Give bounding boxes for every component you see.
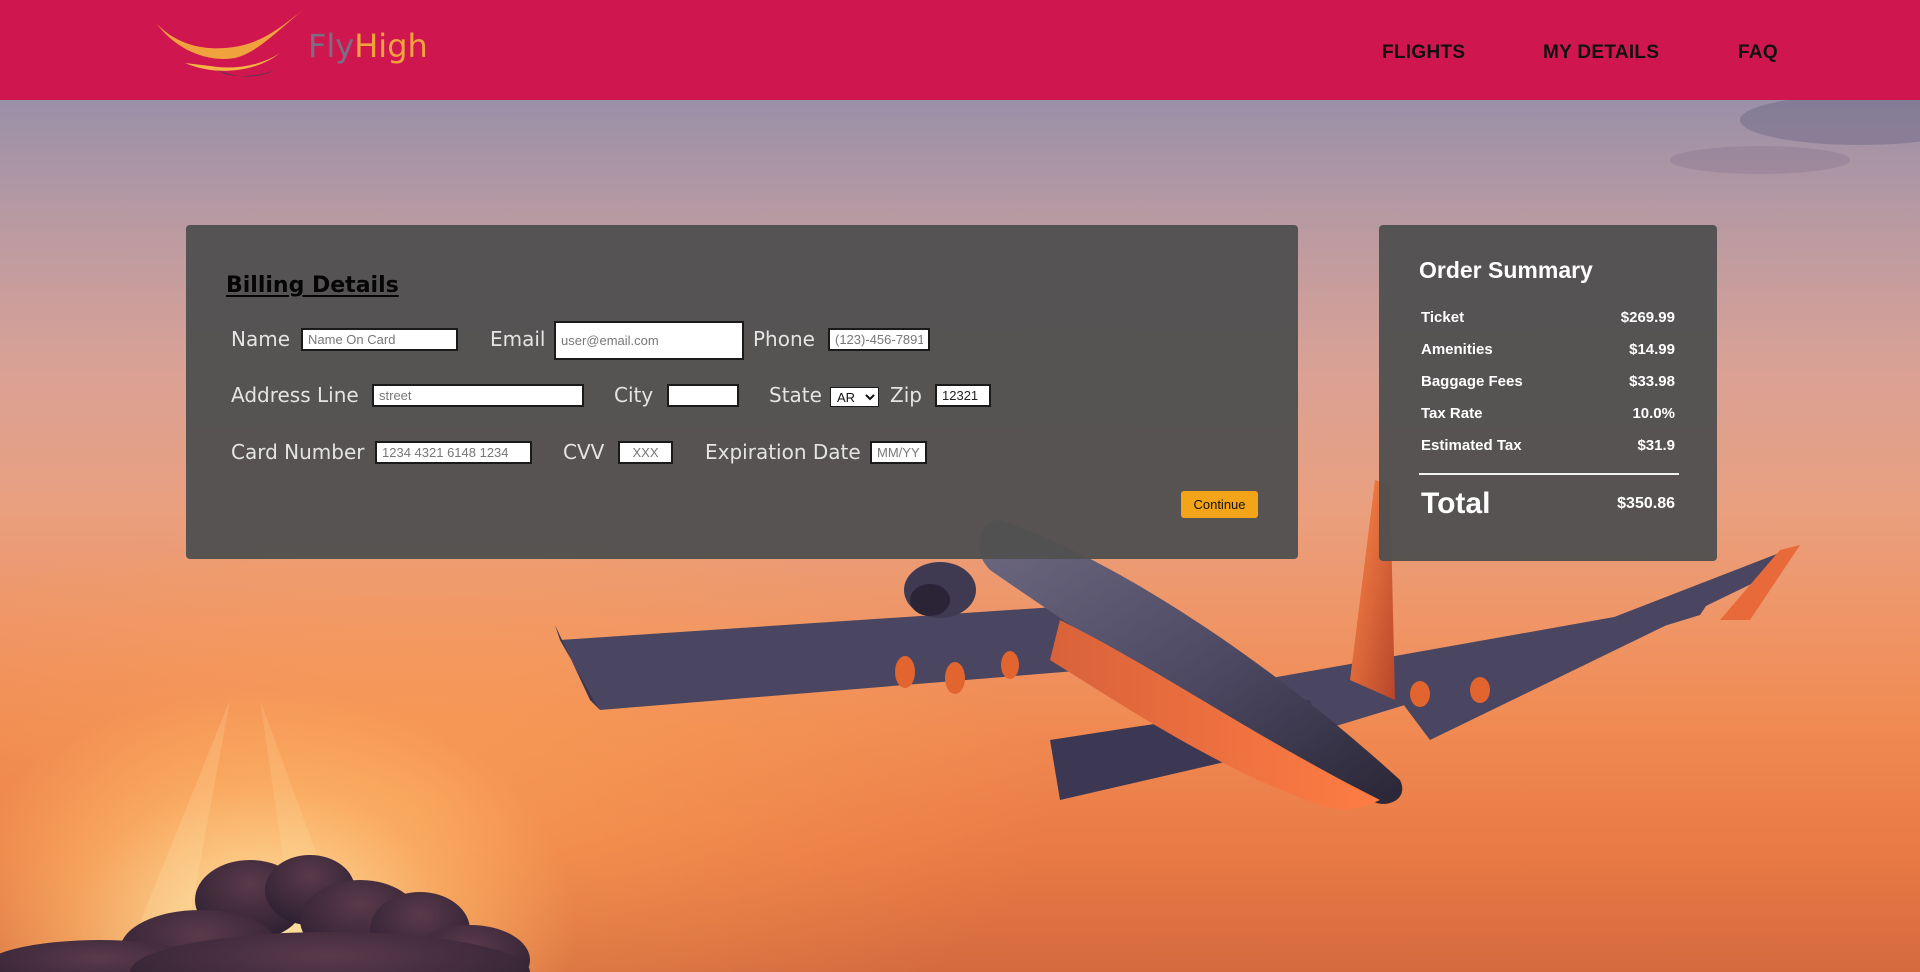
total-label: Total [1421,487,1491,520]
total-value: $350.86 [1617,495,1675,512]
summary-row-value: 10.0% [1632,405,1675,422]
phone-input[interactable] [828,328,930,351]
summary-row-label: Tax Rate [1421,405,1483,422]
brand-name-high: High [354,27,428,65]
phone-label: Phone [753,327,815,351]
summary-row-value: $33.98 [1629,373,1675,390]
summary-row-label: Baggage Fees [1421,373,1523,390]
cvv-label: CVV [563,440,605,464]
zip-label: Zip [890,383,922,407]
email-input[interactable] [554,321,744,360]
flyhigh-logo[interactable]: FlyHigh [155,8,428,88]
state-label: State [769,383,822,407]
city-label: City [614,383,654,407]
state-select[interactable]: AR [830,387,879,407]
billing-details-title: Billing Details [226,273,399,298]
order-summary-title: Order Summary [1419,257,1593,283]
nav-my-details[interactable]: MY DETAILS [1543,42,1659,64]
email-label: Email [490,327,546,351]
summary-row-value: $31.9 [1637,437,1675,454]
summary-row-value: $269.99 [1620,309,1675,326]
expiration-date-input[interactable] [870,441,927,464]
card-number-label: Card Number [231,440,365,464]
nav-faq[interactable]: FAQ [1738,42,1778,64]
summary-row-label: Ticket [1421,309,1465,326]
billing-details-panel: Billing Details Name Email Phone Address… [186,225,1298,559]
expiration-date-label: Expiration Date [705,440,861,464]
continue-button[interactable]: Continue [1181,491,1258,518]
city-input[interactable] [667,384,739,407]
zip-input[interactable] [935,384,991,407]
summary-row-value: $14.99 [1629,341,1675,358]
address-line-input[interactable] [372,384,584,407]
summary-row-label: Estimated Tax [1421,437,1522,454]
summary-row-label: Amenities [1421,341,1493,358]
nav-flights[interactable]: FLIGHTS [1382,42,1465,64]
name-label: Name [231,327,291,351]
name-on-card-input[interactable] [301,328,458,351]
airplane-wing-logo-icon [157,8,305,77]
top-navbar: FlyHigh FLIGHTS MY DETAILS FAQ [0,0,1920,100]
summary-divider [1419,473,1679,475]
brand-name-fly: Fly [308,27,355,65]
order-summary-panel: Order Summary Ticket $269.99 Amenities $… [1379,225,1717,561]
address-line-label: Address Line [231,383,359,407]
cvv-input[interactable] [618,441,673,464]
card-number-input[interactable] [375,441,532,464]
